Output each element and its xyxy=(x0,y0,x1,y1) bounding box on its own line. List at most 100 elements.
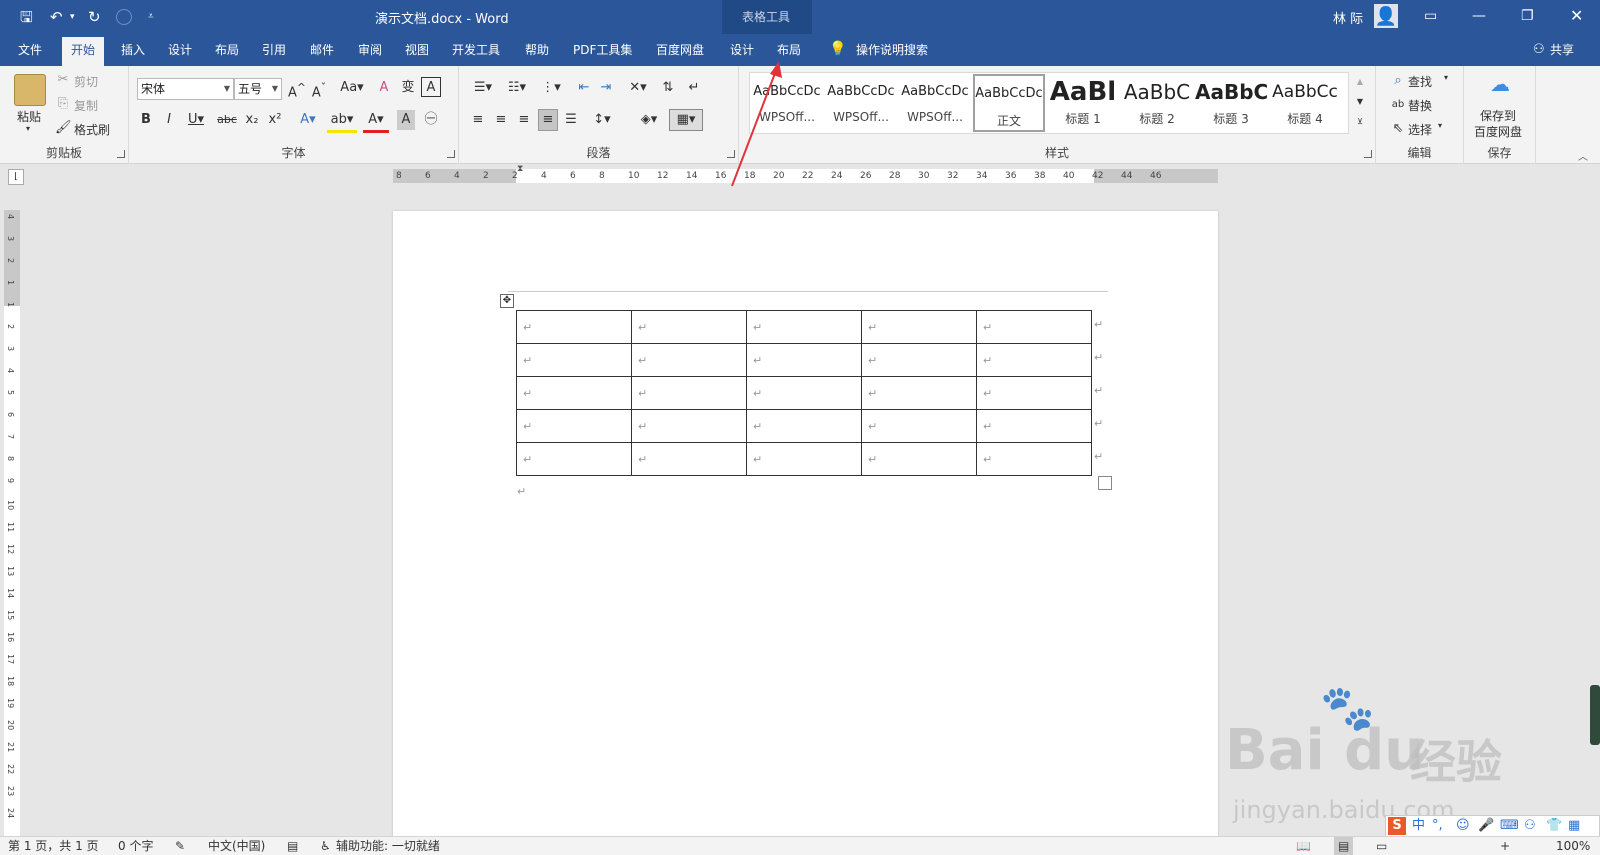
format-painter-icon[interactable]: 🖌 xyxy=(55,118,72,138)
table-cell[interactable]: ↵ xyxy=(976,442,1092,476)
table-cell[interactable]: ↵ xyxy=(746,442,862,476)
borders-icon[interactable]: ▦▾ xyxy=(669,109,703,131)
show-marks-icon[interactable]: ↵ xyxy=(685,78,703,98)
language-status[interactable]: 中文(中国) xyxy=(208,837,265,855)
tab-design[interactable]: 设计 xyxy=(168,34,192,66)
style-heading-2[interactable]: AaBbC 标题 2 xyxy=(1121,74,1193,132)
bold-icon[interactable]: B xyxy=(137,110,155,130)
select-dropdown-icon[interactable]: ▾ xyxy=(1438,121,1442,130)
clipboard-launcher-icon[interactable] xyxy=(117,150,125,158)
shrink-font-icon[interactable]: Aˇ xyxy=(310,78,328,103)
copy-icon[interactable]: ⎘ xyxy=(55,94,71,114)
tab-layout[interactable]: 布局 xyxy=(215,34,239,66)
distributed-icon[interactable]: ☰ xyxy=(562,110,580,130)
table-cell[interactable]: ↵ xyxy=(746,310,862,344)
tab-references[interactable]: 引用 xyxy=(262,34,286,66)
tab-mailings[interactable]: 邮件 xyxy=(310,34,334,66)
table-cell[interactable]: ↵ xyxy=(746,409,862,443)
cut-button[interactable]: 剪切 xyxy=(74,73,98,90)
select-icon[interactable]: ⇖ xyxy=(1390,119,1406,139)
line-spacing-icon[interactable]: ↕▾ xyxy=(588,110,616,130)
strikethrough-icon[interactable]: abc xyxy=(215,110,239,130)
proofing-icon[interactable]: ✎ xyxy=(175,837,185,855)
table-cell[interactable]: ↵ xyxy=(976,343,1092,377)
read-mode-icon[interactable]: 📖 xyxy=(1296,837,1311,855)
web-layout-icon[interactable]: ▭ xyxy=(1376,837,1387,855)
macro-icon[interactable]: ▤ xyxy=(287,837,298,855)
sort-icon[interactable]: ⇅ xyxy=(659,78,677,98)
styles-scroll-down-icon[interactable]: ▼ xyxy=(1353,92,1367,112)
align-left-icon[interactable]: ≡ xyxy=(469,110,487,130)
replace-button[interactable]: 替换 xyxy=(1408,97,1432,114)
table-cell[interactable]: ↵ xyxy=(976,376,1092,410)
font-color-icon[interactable]: A▾ xyxy=(363,110,389,133)
table-cell[interactable]: ↵ xyxy=(861,343,977,377)
share-button[interactable]: 共享 xyxy=(1550,34,1574,66)
shading-icon[interactable]: ◈▾ xyxy=(635,110,663,130)
indent-marker-icon[interactable]: ⧗ xyxy=(517,164,523,174)
multilevel-list-icon[interactable]: ⋮▾ xyxy=(537,78,565,98)
tab-help[interactable]: 帮助 xyxy=(525,34,549,66)
user-name[interactable]: 林 际 xyxy=(1333,8,1363,27)
customize-qat-icon[interactable]: ⩡ xyxy=(148,7,154,27)
grow-font-icon[interactable]: A^ xyxy=(288,78,306,103)
table-cell[interactable]: ↵ xyxy=(631,310,747,344)
char-border-icon[interactable]: A xyxy=(421,77,441,97)
text-effects-icon[interactable]: A▾ xyxy=(295,110,321,130)
save-to-netdisk-line1[interactable]: 保存到 xyxy=(1480,107,1516,124)
paste-icon[interactable] xyxy=(14,74,46,106)
table-cell[interactable]: ↵ xyxy=(631,409,747,443)
emoji-icon[interactable]: ☺ xyxy=(1456,816,1470,836)
find-button[interactable]: 查找 xyxy=(1408,73,1432,90)
page-count[interactable]: 第 1 页，共 1 页 xyxy=(8,837,99,855)
tab-pdf-tools[interactable]: PDF工具集 xyxy=(573,34,632,66)
avatar[interactable]: 👤 xyxy=(1374,4,1398,28)
table-cell[interactable]: ↵ xyxy=(861,310,977,344)
numbering-icon[interactable]: ☷▾ xyxy=(503,78,531,98)
find-dropdown-icon[interactable]: ▾ xyxy=(1444,73,1448,82)
table-cell[interactable]: ↵ xyxy=(631,376,747,410)
style-wpsoffice-3[interactable]: AaBbCcDc WPSOff... xyxy=(899,74,971,132)
table-cell[interactable]: ↵ xyxy=(516,442,632,476)
side-widget[interactable] xyxy=(1590,685,1600,745)
user-center-icon[interactable]: ⚇ xyxy=(1524,816,1536,836)
styles-launcher-icon[interactable] xyxy=(1364,150,1372,158)
table-cell[interactable]: ↵ xyxy=(746,343,862,377)
print-layout-icon[interactable]: ▤ xyxy=(1334,837,1354,855)
italic-icon[interactable]: I xyxy=(160,110,178,130)
table-cell[interactable]: ↵ xyxy=(516,409,632,443)
tab-insert[interactable]: 插入 xyxy=(121,34,145,66)
paste-dropdown-icon[interactable]: ▾ xyxy=(26,124,30,133)
table-cell[interactable]: ↵ xyxy=(861,442,977,476)
tell-me-search[interactable]: 操作说明搜索 xyxy=(856,34,928,66)
keyboard-icon[interactable]: ⌨ xyxy=(1500,816,1519,836)
table-cell[interactable]: ↵ xyxy=(861,376,977,410)
format-painter-button[interactable]: 格式刷 xyxy=(74,121,110,138)
ribbon-display-icon[interactable]: ▭ xyxy=(1424,6,1437,26)
ime-lang-toggle[interactable]: 中 xyxy=(1412,816,1425,836)
styles-more-icon[interactable]: ⊻ xyxy=(1353,112,1367,132)
increase-indent-icon[interactable]: ⇥ xyxy=(597,78,615,98)
tab-baidu-netdisk[interactable]: 百度网盘 xyxy=(656,34,704,66)
copy-button[interactable]: 复制 xyxy=(74,97,98,114)
font-size-combo[interactable]: 五号 ▼ xyxy=(234,78,282,100)
toolbox-icon[interactable]: ▦ xyxy=(1568,816,1580,836)
style-wpsoffice-2[interactable]: AaBbCcDc WPSOff... xyxy=(825,74,897,132)
table-cell[interactable]: ↵ xyxy=(746,376,862,410)
ime-toolbar[interactable]: S 中 °, ☺ 🎤 ⌨ ⚇ 👕 ▦ xyxy=(1385,815,1600,837)
undo-dropdown-icon[interactable]: ▾ xyxy=(70,7,75,27)
redo-icon[interactable]: ↻ xyxy=(88,7,101,27)
table-cell[interactable]: ↵ xyxy=(516,310,632,344)
baidu-netdisk-icon[interactable]: ☁ xyxy=(1488,74,1512,94)
sogou-icon[interactable]: S xyxy=(1388,817,1406,835)
collapse-ribbon-icon[interactable]: ︿ xyxy=(1578,148,1588,163)
word-count[interactable]: 0 个字 xyxy=(118,837,153,855)
bullets-icon[interactable]: ☰▾ xyxy=(469,78,497,98)
styles-scroll-up-icon[interactable]: ▲ xyxy=(1353,72,1367,92)
superscript-icon[interactable]: x² xyxy=(265,110,285,130)
tab-selector-icon[interactable]: ⌊ xyxy=(8,169,24,185)
justify-icon[interactable]: ≡ xyxy=(538,109,558,131)
font-name-combo[interactable]: 宋体 ▼ xyxy=(137,78,234,100)
cut-icon[interactable]: ✂ xyxy=(55,70,71,90)
subscript-icon[interactable]: x₂ xyxy=(242,110,262,130)
